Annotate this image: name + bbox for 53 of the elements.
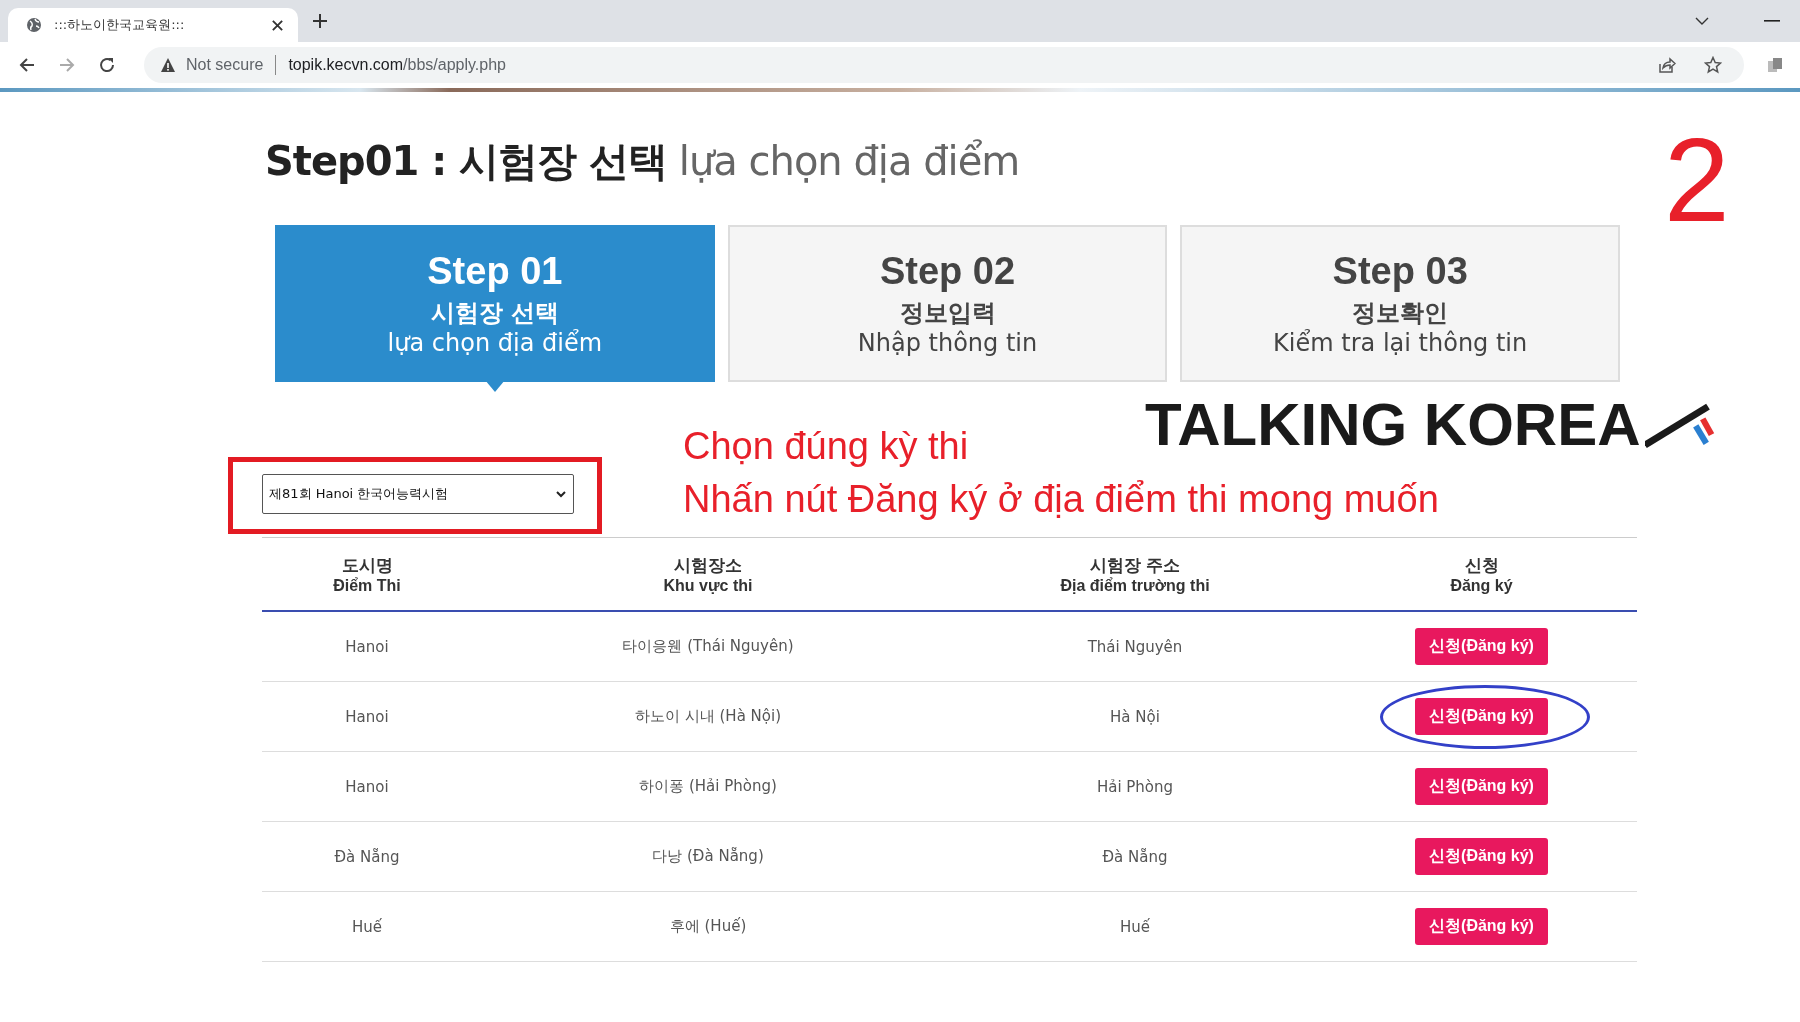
column-header: 시험장소 — [673, 554, 743, 577]
table-cell: Thái Nguyên — [1087, 637, 1183, 656]
table-cell: Huế — [1120, 917, 1150, 936]
register-button[interactable]: 신청(Đăng ký) — [1415, 628, 1548, 665]
column-header: Điểm Thi — [332, 576, 402, 595]
table-cell: 하노이 시내 (Hà Nội) — [634, 707, 781, 725]
address-bar[interactable]: Not secure topik.kecvn.com/bbs/apply.php — [144, 47, 1744, 83]
browser-tab[interactable]: :::하노이한국교육원::: — [8, 8, 298, 42]
table-cell: Hanoi — [345, 777, 389, 796]
register-button[interactable]: 신청(Đăng ký) — [1415, 698, 1548, 735]
url-text: topik.kecvn.com/bbs/apply.php — [288, 56, 506, 74]
table-cell: 다낭 (Đà Nẵng) — [652, 847, 764, 865]
table-cell: Hanoi — [345, 637, 389, 656]
chevron-down-icon — [555, 488, 567, 500]
register-button[interactable]: 신청(Đăng ký) — [1415, 838, 1548, 875]
column-header: Khu vực thi — [662, 576, 754, 595]
page-title: Step01 : 시험장 선택 — [265, 138, 668, 184]
table-cell: Đà Nẵng — [334, 847, 400, 866]
register-button[interactable]: 신청(Đăng ký) — [1415, 768, 1548, 805]
security-label: Not secure — [186, 56, 264, 74]
instruction-text: Chọn đúng kỳ thi — [683, 424, 969, 469]
column-header: 시험장 주소 — [1089, 554, 1181, 577]
exam-select[interactable]: 제81회 Hanoi 한국어능력시험 — [262, 474, 574, 514]
globe-icon — [26, 17, 42, 33]
instruction-text: Nhấn nút Đăng ký ở địa điểm thi mong muốn — [683, 477, 1439, 522]
back-arrow-icon[interactable] — [18, 56, 36, 74]
table-cell: 하이퐁 (Hải Phòng) — [639, 777, 777, 795]
step-pointer — [484, 380, 505, 392]
step-tab[interactable]: Step 02 정보입력 Nhập thông tin — [727, 225, 1168, 382]
share-icon[interactable] — [1658, 56, 1676, 74]
table-cell: Hanoi — [345, 707, 389, 726]
table-cell: Hà Nội — [1110, 707, 1160, 726]
column-header: Địa điểm trường thi — [1059, 576, 1211, 595]
table-cell: 타이응웬 (Thái Nguyên) — [622, 637, 794, 655]
column-header: Đăng ký — [1449, 576, 1514, 595]
column-header: 신청 — [1463, 554, 1500, 577]
tab-title: :::하노이한국교육원::: — [54, 16, 186, 34]
warning-icon — [160, 57, 176, 73]
star-icon[interactable] — [1704, 56, 1722, 74]
table-cell: Hải Phòng — [1096, 777, 1174, 796]
annotation-number: 2 — [1664, 113, 1730, 248]
new-tab-icon[interactable] — [312, 13, 328, 29]
close-icon[interactable] — [271, 18, 284, 32]
extension-icon[interactable] — [1766, 56, 1784, 74]
table-cell: Đà Nẵng — [1102, 847, 1168, 866]
logo-text: TALKING KOREA — [1145, 390, 1641, 460]
reload-icon[interactable] — [98, 56, 116, 74]
column-header: 도시명 — [340, 554, 394, 577]
table-cell: 후에 (Huế) — [669, 917, 747, 935]
register-button[interactable]: 신청(Đăng ký) — [1415, 908, 1548, 945]
table-cell: Huế — [352, 917, 382, 936]
step-tab[interactable]: Step 03 정보확인 Kiểm tra lại thông tin — [1180, 225, 1620, 382]
page-subtitle: lựa chọn địa điểm — [678, 138, 1020, 184]
